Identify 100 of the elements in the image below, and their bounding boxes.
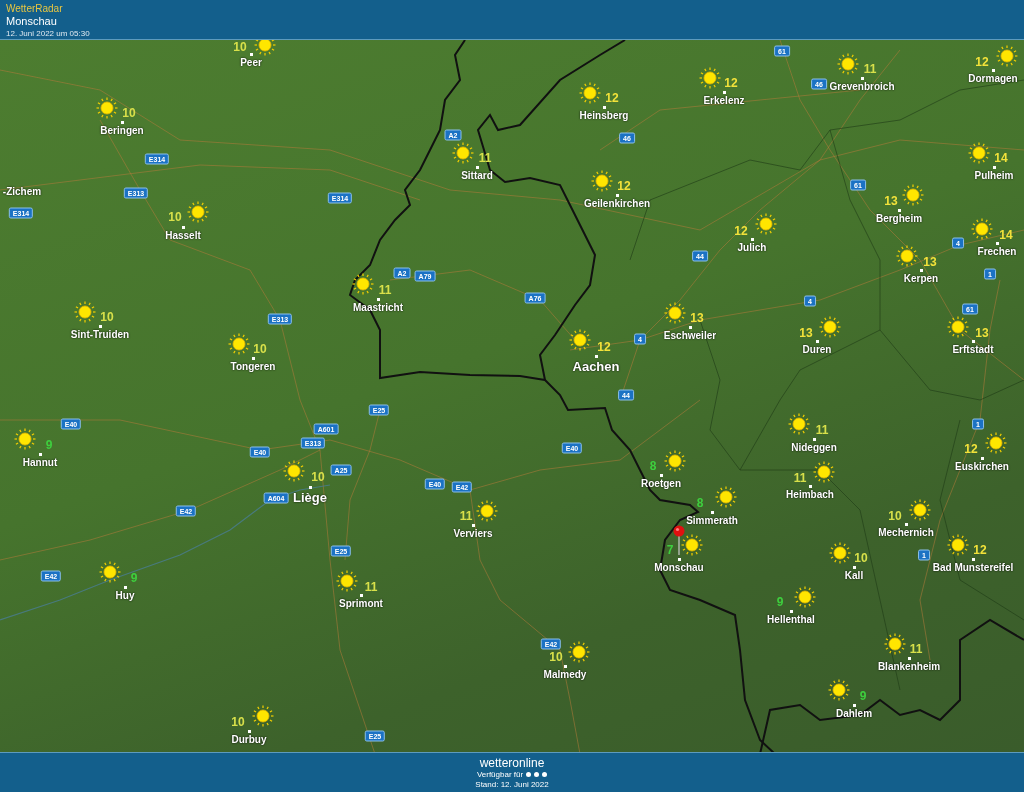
temperature-label: 12 [597,341,611,353]
sun-icon [14,428,36,450]
temperature-label: 10 [888,510,902,522]
sun-icon [664,302,686,324]
city-label: Monschau [654,563,704,573]
temperature-label: 9 [130,572,138,584]
sun-icon [813,461,835,483]
city-label: Heimbach [786,490,834,500]
availability-text: Verfügbar für [476,769,524,780]
city-label: Peer [240,58,262,68]
city-label: Huy [115,591,135,601]
sun-icon [828,679,850,701]
sun-icon [699,67,721,89]
timestamp-text: 12. Juni 2022 um 05:30 [6,28,91,39]
city-label: Euskirchen [955,462,1009,472]
temperature-label: 7 [666,544,674,556]
sun-icon [909,499,931,521]
sun-icon [579,82,601,104]
sun-icon [99,561,121,583]
temperature-label: 10 [122,107,136,119]
city-label: Hellenthal [767,615,815,625]
temperature-label: 9 [859,690,867,702]
city-label: Pulheim [974,171,1014,181]
temperature-label: 10 [231,716,245,728]
temperature-label: 10 [168,211,182,223]
city-label: Verviers [453,529,493,539]
city-label: Aachen [572,360,620,373]
city-label: Erkelenz [703,96,745,106]
city-label: Beringen [100,126,144,136]
city-label: Maastricht [353,303,403,313]
city-label: Dahlem [835,709,873,719]
city-label: Heinsberg [579,111,629,121]
city-label: Sprimont [339,599,383,609]
city-label: Sint-Truiden [70,330,130,340]
sun-icon [352,273,374,295]
city-label: Geilenkirchen [583,199,651,209]
city-label: Duren [802,345,832,355]
city-label: Dormagen [968,74,1018,84]
temperature-label: 11 [793,472,807,484]
temperature-label: 11 [364,581,378,593]
temperature-label: 14 [999,229,1013,241]
sun-icon [837,53,859,75]
temperature-label: 10 [854,552,868,564]
temperature-label: 10 [100,311,114,323]
sun-icon [829,542,851,564]
temperature-label: 13 [884,195,898,207]
sun-icon [252,705,274,727]
temperature-label: 9 [45,439,53,451]
temperature-label: 12 [724,77,738,89]
city-label: Nideggen [791,443,837,453]
sun-icon [336,570,358,592]
city-label: Simmerath [686,516,738,526]
sun-icon [819,316,841,338]
sun-icon [569,329,591,351]
sun-icon [715,486,737,508]
city-label: Kall [844,571,864,581]
city-label: Malmedy [543,670,587,680]
sun-icon [902,184,924,206]
sun-icon [664,450,686,472]
place-label: -Zichem [2,187,42,197]
sun-icon [187,201,209,223]
temperature-label: 8 [649,460,657,472]
sun-icon [283,460,305,482]
temperature-label: 10 [549,651,563,663]
sun-icon [681,534,703,556]
brand-logo: wetteronline [479,755,545,770]
temperature-label: 12 [964,443,978,455]
sun-icon [968,142,990,164]
sun-icon [568,641,590,663]
city-label: Grevenbroich [829,82,895,92]
sun-icon [755,213,777,235]
sun-icon [74,301,96,323]
city-label: Eschweiler [663,331,717,341]
temperature-label: 9 [776,596,784,608]
temperature-label: 12 [734,225,748,237]
temperature-label: 12 [605,92,619,104]
sun-icon [794,586,816,608]
city-label: Mechernich [878,528,934,538]
sun-icon [947,534,969,556]
sun-icon [254,40,276,56]
sun-icon [947,316,969,338]
temperature-label: 10 [311,471,325,483]
sun-icon [884,633,906,655]
temperature-label: 14 [994,152,1008,164]
temperature-label: 10 [233,41,247,53]
sun-icon [788,413,810,435]
updated-text: Stand: 12. Juni 2022 [475,779,549,790]
city-label: Julich [737,243,767,253]
sun-icon [996,45,1018,67]
temperature-label: 8 [696,497,704,509]
city-label: Sittard [461,171,493,181]
temperature-label: 12 [975,56,989,68]
sun-icon [896,245,918,267]
city-label: Hannut [22,458,58,468]
temperature-label: 13 [975,327,989,339]
city-label: Tongeren [230,362,276,372]
sun-icon [96,97,118,119]
city-label: Roetgen [641,479,681,489]
sun-icon [228,333,250,355]
city-label: Hasselt [165,231,201,241]
